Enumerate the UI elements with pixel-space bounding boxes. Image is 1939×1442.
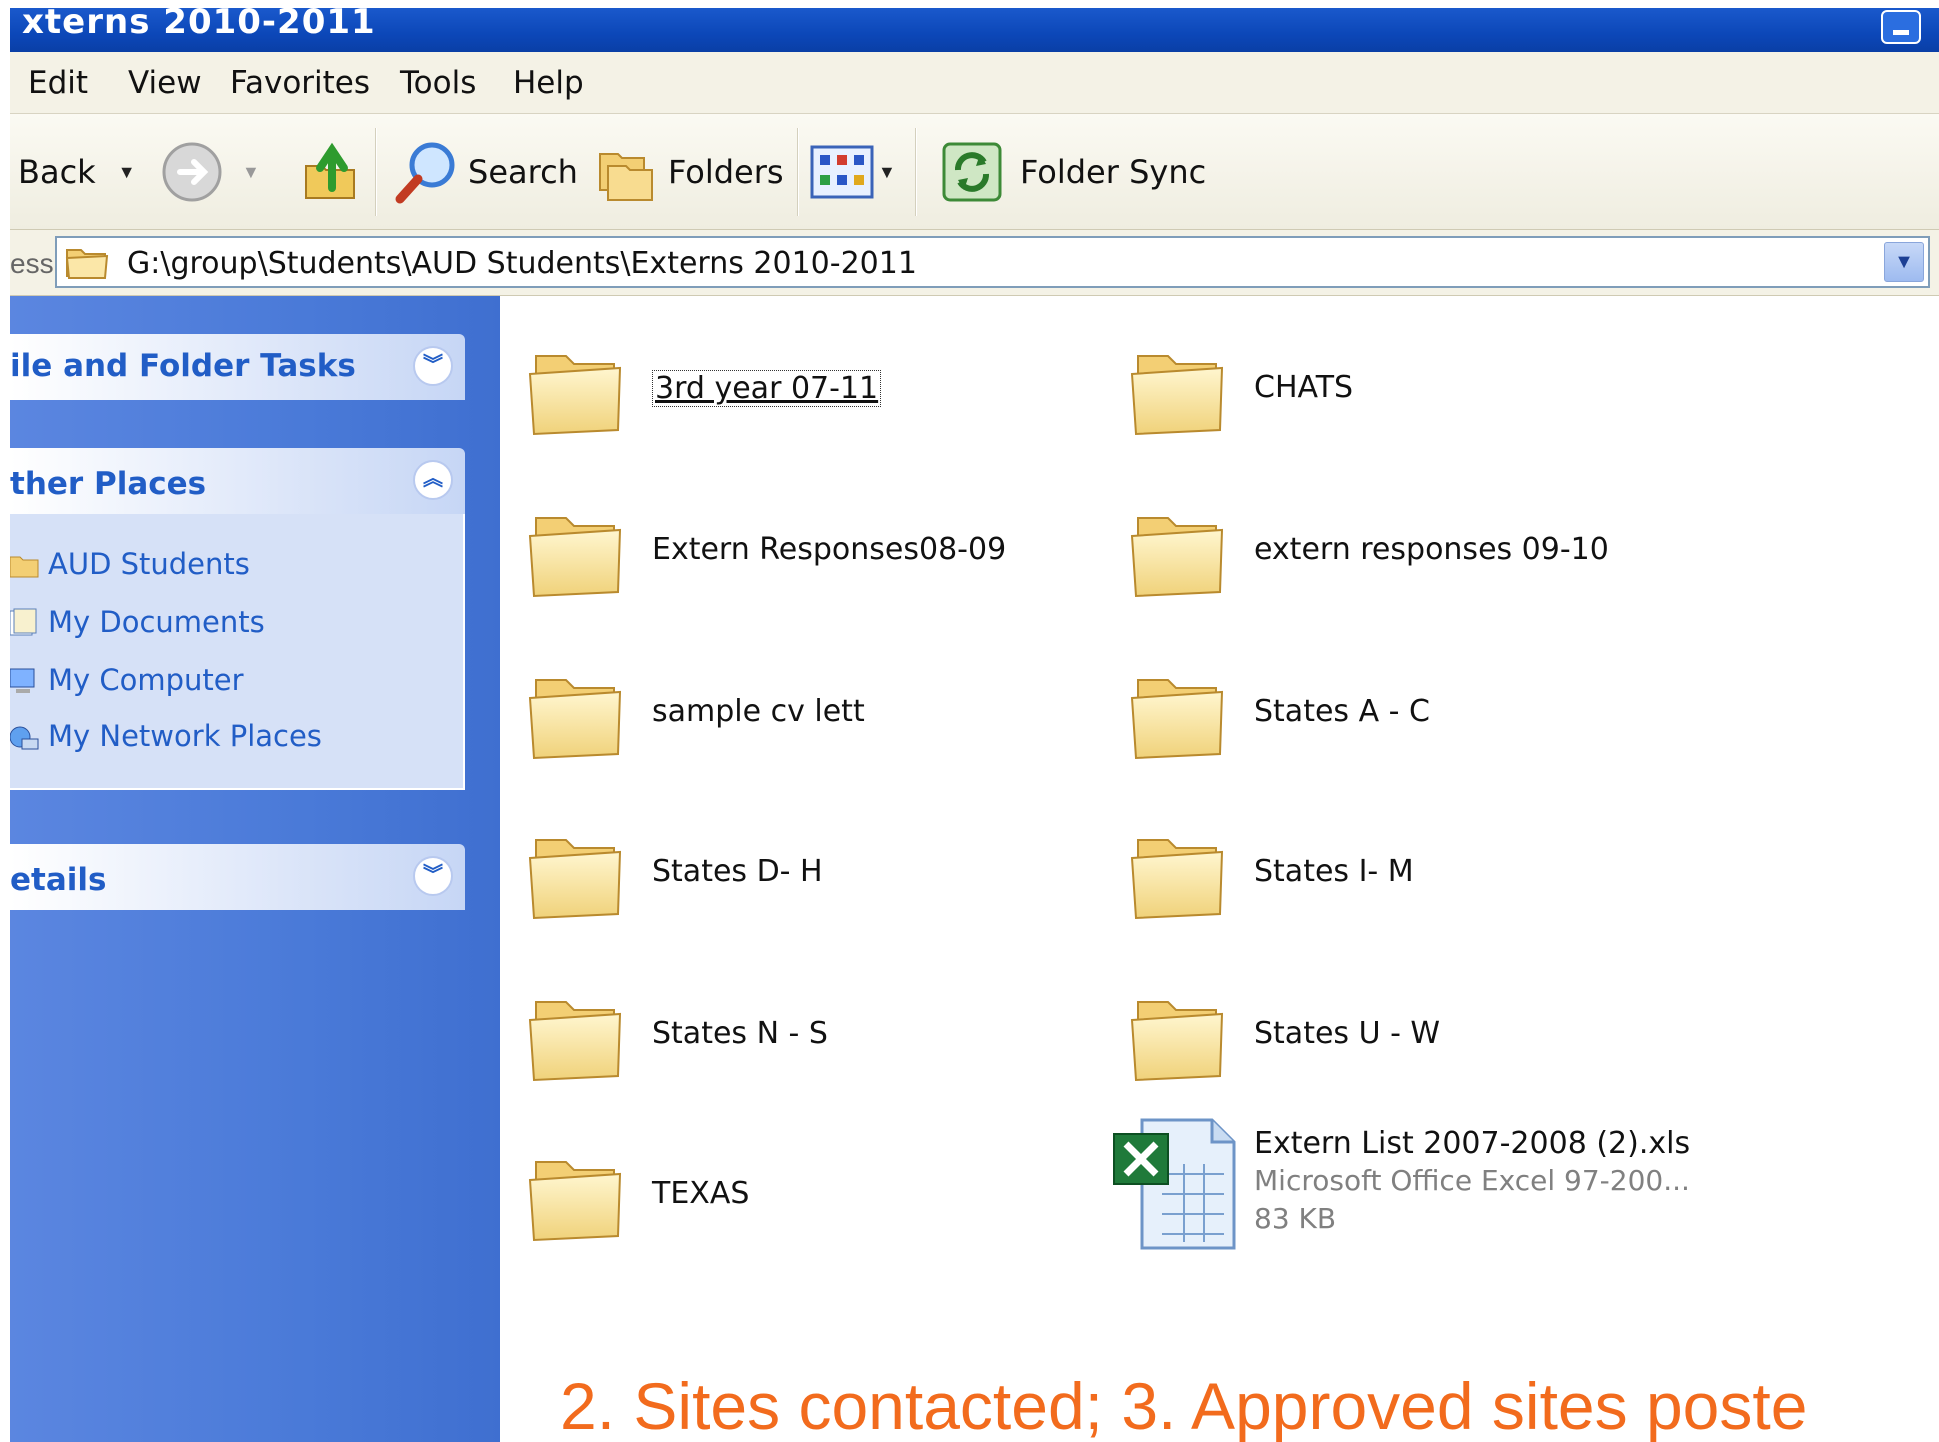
up-folder-button[interactable] [300, 142, 360, 200]
folder-name: 3rd year 07-11 [652, 370, 882, 407]
menu-view[interactable]: View [128, 65, 202, 101]
search-label: Search [468, 153, 578, 191]
address-label: ess [10, 248, 54, 279]
details-header[interactable]: etails ︾ [10, 844, 465, 910]
folder-icon [1124, 980, 1234, 1090]
address-path: G:\group\Students\AUD Students\Externs 2… [127, 246, 917, 281]
network-places-icon [10, 726, 39, 750]
address-input[interactable]: G:\group\Students\AUD Students\Externs 2… [55, 236, 1930, 288]
place-my-documents[interactable]: My Documents [10, 602, 265, 642]
folder-name: Extern Responses08-09 [652, 532, 1007, 567]
search-icon [395, 142, 455, 204]
place-my-computer[interactable]: My Computer [10, 660, 244, 700]
place-label: AUD Students [48, 547, 250, 581]
menu-favorites[interactable]: Favorites [230, 65, 370, 101]
file-folder-tasks-header[interactable]: ile and Folder Tasks ︾ [10, 334, 465, 400]
forward-dropdown-icon[interactable]: ▼ [242, 162, 260, 183]
views-grid-icon [810, 145, 874, 199]
back-button[interactable]: Back ▼ [18, 144, 136, 200]
menu-bar: Edit View Favorites Tools Help [10, 52, 1939, 114]
folder-icon [522, 980, 632, 1090]
back-label: Back [18, 153, 96, 191]
forward-button[interactable]: ▼ [160, 142, 260, 202]
excel-file-icon [1113, 1118, 1236, 1250]
folder-sync-label: Folder Sync [1020, 153, 1207, 191]
folder-icon [1124, 658, 1234, 768]
folder-name: TEXAS [652, 1176, 750, 1211]
views-dropdown-icon[interactable]: ▼ [878, 162, 896, 183]
file-list: 3rd year 07-11 CHATS Extern Responses08-… [500, 296, 1939, 1442]
place-label: My Documents [48, 605, 265, 639]
folder-sync-button[interactable]: Folder Sync [940, 142, 1207, 202]
toolbar-separator [375, 128, 377, 216]
window-title: xterns 2010-2011 [22, 8, 376, 42]
folder-name: States A - C [1254, 694, 1430, 729]
folder-icon [1124, 334, 1234, 444]
folder-icon [522, 658, 632, 768]
menu-tools[interactable]: Tools [400, 65, 476, 101]
expand-chevron-icon[interactable]: ︾ [413, 346, 453, 386]
folder-icon [522, 496, 632, 606]
menu-help[interactable]: Help [513, 65, 584, 101]
slide-caption: 2. Sites contacted; 3. Approved sites po… [560, 1369, 1808, 1442]
folder-name: extern responses 09-10 [1254, 532, 1609, 567]
file-folder-tasks-title: ile and Folder Tasks [10, 348, 356, 384]
address-dropdown-icon[interactable]: ▼ [1884, 242, 1924, 282]
folder-name: States N - S [652, 1016, 828, 1051]
place-label: My Computer [48, 663, 244, 697]
file-item[interactable]: Extern List 2007-2008 (2).xls Microsoft … [1112, 1114, 1812, 1254]
folders-button[interactable]: Folders [594, 144, 784, 201]
file-type: Microsoft Office Excel 97-200... [1254, 1164, 1690, 1197]
folder-name: States D- H [652, 854, 823, 889]
title-bar: xterns 2010-2011 [10, 8, 1939, 52]
address-bar: ess G:\group\Students\AUD Students\Exter… [10, 230, 1939, 296]
file-size: 83 KB [1254, 1202, 1337, 1235]
file-name: Extern List 2007-2008 (2).xls [1254, 1126, 1691, 1161]
up-folder-icon [305, 142, 355, 199]
toolbar-separator [915, 128, 917, 216]
back-dropdown-icon[interactable]: ▼ [118, 162, 136, 183]
toolbar-separator [797, 128, 799, 216]
folder-icon [1124, 496, 1234, 606]
my-computer-icon [10, 668, 35, 693]
minimize-button[interactable] [1881, 10, 1921, 44]
folders-icon [599, 153, 653, 201]
toolbar: Back ▼ ▼ Search Folders ▼ Folder Sync [10, 114, 1939, 230]
place-aud-students[interactable]: AUD Students [10, 544, 250, 584]
folders-label: Folders [668, 153, 784, 191]
place-my-network-places[interactable]: My Network Places [10, 716, 322, 756]
details-title: etails [10, 862, 107, 898]
folder-icon [10, 556, 39, 578]
other-places-header[interactable]: ther Places ︽ [10, 448, 465, 514]
folder-name: sample cv lett [652, 694, 865, 729]
folder-name: States I- M [1254, 854, 1414, 889]
folder-icon [1124, 818, 1234, 928]
menu-edit[interactable]: Edit [28, 65, 88, 101]
expand-chevron-icon[interactable]: ︾ [413, 856, 453, 896]
folder-name: States U - W [1254, 1016, 1441, 1051]
other-places-list: AUD Students My Documents My Computer My… [10, 514, 465, 790]
views-button[interactable]: ▼ [810, 144, 896, 200]
folder-icon [522, 1140, 632, 1250]
place-label: My Network Places [48, 719, 322, 753]
folder-sync-icon [942, 142, 1002, 202]
folder-icon [522, 818, 632, 928]
folder-icon [65, 249, 109, 279]
task-pane: ile and Folder Tasks ︾ ther Places ︽ AUD… [10, 296, 500, 1442]
search-button[interactable]: Search [392, 142, 578, 204]
other-places-title: ther Places [10, 466, 207, 502]
collapse-chevron-icon[interactable]: ︽ [413, 460, 453, 500]
forward-arrow-icon [162, 142, 222, 202]
folder-name: CHATS [1254, 370, 1354, 405]
folder-icon [522, 334, 632, 444]
my-documents-icon [10, 608, 37, 636]
